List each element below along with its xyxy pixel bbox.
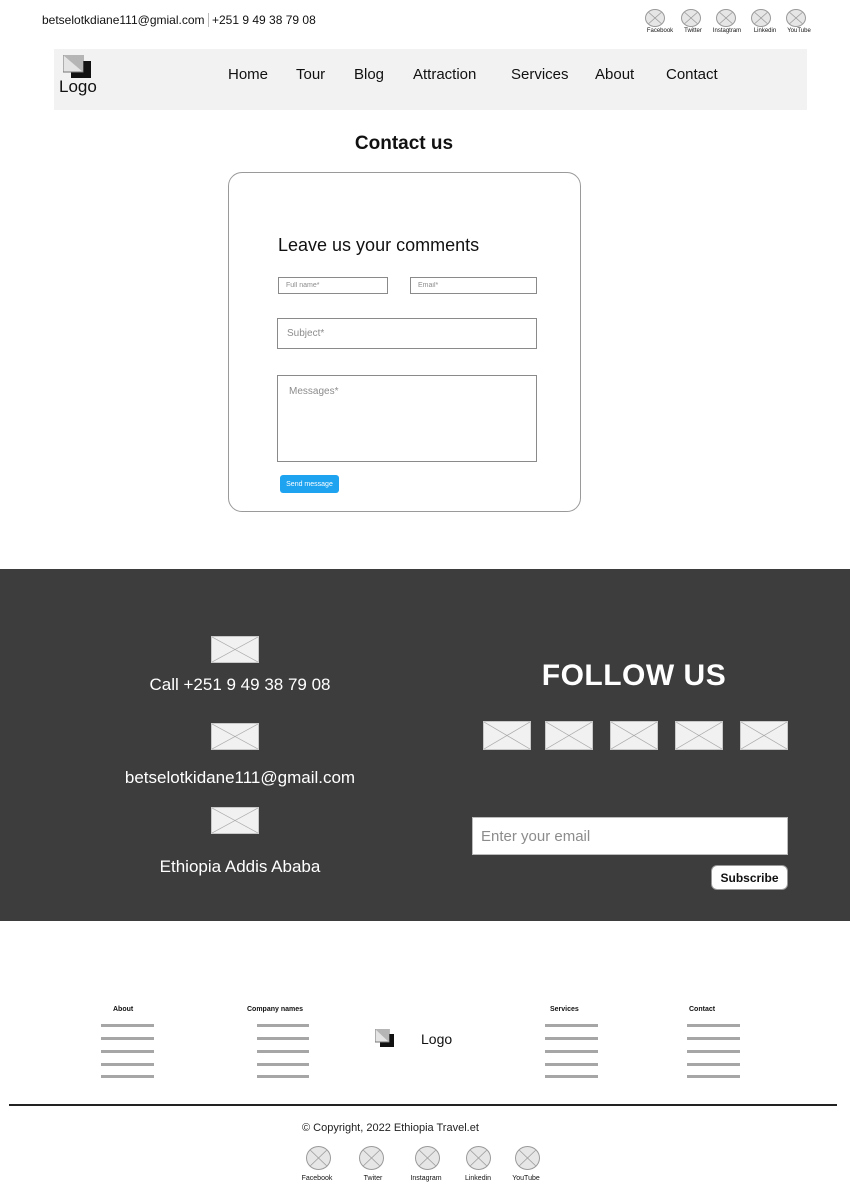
footer-company-link[interactable] — [257, 1037, 309, 1040]
footer-about-link[interactable] — [101, 1075, 154, 1078]
fullname-field[interactable] — [278, 277, 388, 294]
mail-icon — [211, 723, 259, 750]
instagram-icon[interactable] — [610, 721, 658, 750]
social-bottom-label: Twiter — [363, 1175, 383, 1182]
phone-icon — [211, 636, 259, 663]
twitter-icon[interactable] — [545, 721, 593, 750]
footer-company-link[interactable] — [257, 1075, 309, 1078]
facebook-icon — [306, 1146, 331, 1170]
location-text: Ethiopia Addis Ababa — [159, 857, 321, 876]
footer-contact-link[interactable] — [687, 1024, 740, 1027]
instagram-icon — [415, 1146, 440, 1170]
social-bottom-label: Instagram — [410, 1175, 442, 1182]
footer-logo-cube-icon — [375, 1029, 394, 1047]
social-bottom-label: Linkedin — [464, 1175, 492, 1182]
nav-about[interactable]: About — [595, 66, 634, 83]
topbar-phone[interactable]: +251 9 49 38 79 08 — [212, 13, 316, 27]
footer-contact-link[interactable] — [687, 1075, 740, 1078]
nav-home[interactable]: Home — [228, 66, 268, 83]
footer-about-link[interactable] — [101, 1037, 154, 1040]
message-field[interactable] — [277, 375, 537, 462]
social-bottom-label: YouTube — [512, 1175, 540, 1182]
footer-services-link[interactable] — [545, 1050, 598, 1053]
footer-about-heading: About — [113, 1006, 134, 1013]
form-title: Leave us your comments — [278, 235, 480, 255]
youtube-icon[interactable] — [740, 721, 788, 750]
social-top-label: Twitter — [684, 28, 702, 34]
youtube-icon — [786, 9, 806, 27]
footer-logo-text: Logo — [421, 1031, 453, 1047]
contact-form-card: Leave us your comments Send message — [228, 172, 581, 512]
twitter-icon — [359, 1146, 384, 1170]
nav-tour[interactable]: Tour — [296, 66, 325, 83]
footer-divider — [9, 1104, 837, 1106]
follow-us-title: FOLLOW US — [541, 659, 727, 692]
topbar-separator — [208, 13, 209, 27]
send-message-button[interactable]: Send message — [280, 475, 339, 493]
instagram-icon — [716, 9, 736, 27]
facebook-icon — [645, 9, 665, 27]
topbar-email[interactable]: betselotkdiane111@gmial.com — [42, 13, 205, 27]
social-top-label: YouTube — [787, 28, 811, 34]
navbar: Logo Home Tour Blog Attraction Services … — [54, 49, 807, 110]
facebook-icon[interactable] — [483, 721, 531, 750]
linkedin-icon — [466, 1146, 491, 1170]
footer-services-link[interactable] — [545, 1063, 598, 1066]
footer-about-link[interactable] — [101, 1050, 154, 1053]
email-field[interactable] — [410, 277, 537, 294]
linkedin-icon — [751, 9, 771, 27]
linkedin-icon[interactable] — [675, 721, 723, 750]
nav-contact[interactable]: Contact — [666, 66, 718, 83]
footer-about-link[interactable] — [101, 1063, 154, 1066]
youtube-icon — [515, 1146, 540, 1170]
contact-band: Call +251 9 49 38 79 08 betselotkidane11… — [0, 569, 850, 921]
social-bottom-label: Facebook — [301, 1175, 333, 1182]
social-top-label: Instagtram — [712, 28, 742, 34]
nav-services[interactable]: Services — [511, 66, 569, 83]
email-text[interactable]: betselotkidane111@gmail.com — [90, 768, 390, 788]
logo-text: Logo — [59, 77, 97, 96]
nav-attraction[interactable]: Attraction — [413, 66, 476, 83]
footer-company-heading: Company names — [247, 1006, 304, 1013]
footer-contact-link[interactable] — [687, 1063, 740, 1066]
page-title: Contact us — [354, 133, 454, 154]
call-text[interactable]: Call +251 9 49 38 79 08 — [90, 675, 390, 695]
footer-company-link[interactable] — [257, 1050, 309, 1053]
footer-services-link[interactable] — [545, 1075, 598, 1078]
footer-company-link[interactable] — [257, 1063, 309, 1066]
nav-blog[interactable]: Blog — [354, 66, 384, 83]
footer-services-link[interactable] — [545, 1024, 598, 1027]
footer-contact-link[interactable] — [687, 1050, 740, 1053]
location-icon — [211, 807, 259, 834]
footer-about-link[interactable] — [101, 1024, 154, 1027]
social-top-label: Facebook — [646, 28, 674, 34]
subscribe-email-input[interactable] — [472, 817, 788, 855]
twitter-icon — [681, 9, 701, 27]
subscribe-button[interactable]: Subscribe — [711, 865, 788, 890]
footer-contact-heading: Contact — [689, 1006, 716, 1013]
social-top-label: Linkedin — [753, 28, 777, 34]
footer-contact-link[interactable] — [687, 1037, 740, 1040]
footer-services-heading: Services — [550, 1006, 579, 1013]
footer-services-link[interactable] — [545, 1037, 598, 1040]
subject-field[interactable] — [277, 318, 537, 349]
footer-company-link[interactable] — [257, 1024, 309, 1027]
copyright-text: © Copyright, 2022 Ethiopia Travel.et — [302, 1122, 479, 1134]
